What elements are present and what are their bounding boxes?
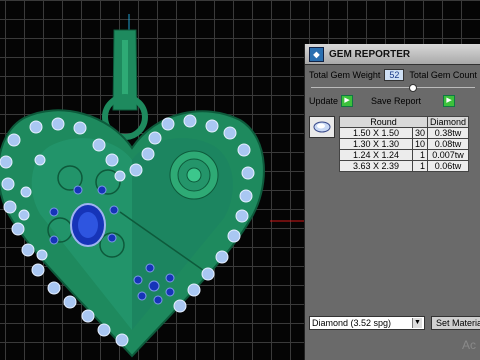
slider-thumb[interactable]	[409, 84, 417, 92]
save-report-label: Save Report	[371, 96, 422, 106]
material-select[interactable]: Diamond (3.52 spg) ▼	[309, 316, 425, 330]
gem-reporter-panel: ◆ GEM REPORTER Total Gem Weight 52 Total…	[304, 44, 480, 360]
gem-qty: 1	[411, 160, 429, 172]
gem-size: 1.24 X 1.24	[339, 149, 413, 161]
set-material-button[interactable]: Set Materia	[431, 316, 480, 330]
activation-watermark: Ac	[462, 338, 477, 352]
col-header-shape: Round	[338, 116, 429, 128]
table-row[interactable]: 3.63 X 2.39 1 0.06tw	[339, 160, 470, 172]
table-row[interactable]: 1.50 X 1.50 30 0.38tw	[339, 127, 470, 139]
gem-weight: 0.08tw	[427, 138, 470, 150]
gem-qty: 30	[411, 127, 429, 139]
col-header-material: Diamond	[427, 116, 470, 128]
weight-row: Total Gem Weight 52 Total Gem Count	[305, 68, 480, 82]
gem-table: Round Diamond 1.50 X 1.50 30 0.38tw 1.30…	[338, 116, 470, 172]
chevron-down-icon[interactable]: ▼	[412, 318, 422, 328]
gem-weight: 0.06tw	[427, 160, 470, 172]
total-count-label: Total Gem Count	[409, 70, 477, 80]
play-icon[interactable]: ▶	[341, 95, 354, 107]
gem-size: 1.50 X 1.50	[339, 127, 413, 139]
panel-titlebar[interactable]: ◆ GEM REPORTER	[305, 44, 480, 65]
total-weight-label: Total Gem Weight	[309, 70, 381, 80]
slider-track	[311, 87, 475, 88]
gem-slider[interactable]	[311, 84, 475, 92]
gem-weight: 0.007tw	[427, 149, 470, 161]
gem-list: Round Diamond 1.50 X 1.50 30 0.38tw 1.30…	[305, 116, 480, 172]
panel-title: GEM REPORTER	[329, 48, 411, 60]
play-icon[interactable]: ▶	[443, 95, 456, 107]
flower-ornament	[169, 150, 219, 200]
gem-qty: 1	[411, 149, 429, 161]
gem-size: 3.63 X 2.39	[339, 160, 413, 172]
material-footer: Diamond (3.52 spg) ▼ Set Materia	[309, 316, 480, 330]
diamond-thumbnail-icon[interactable]	[309, 116, 335, 138]
update-button[interactable]: Update ▶	[309, 95, 354, 107]
action-row: Update ▶ Save Report ▶	[305, 94, 480, 108]
update-label: Update	[309, 96, 339, 106]
gem-qty: 10	[411, 138, 429, 150]
gem-reporter-icon: ◆	[309, 46, 324, 62]
table-row[interactable]: 1.24 X 1.24 1 0.007tw	[339, 149, 470, 161]
total-weight-value[interactable]: 52	[384, 69, 405, 81]
gem-size: 1.30 X 1.30	[339, 138, 413, 150]
table-row[interactable]: 1.30 X 1.30 10 0.08tw	[339, 138, 470, 150]
material-select-value: Diamond (3.52 spg)	[312, 318, 392, 328]
gem-weight: 0.38tw	[427, 127, 470, 139]
save-report-button[interactable]: Save Report ▶	[371, 95, 456, 107]
